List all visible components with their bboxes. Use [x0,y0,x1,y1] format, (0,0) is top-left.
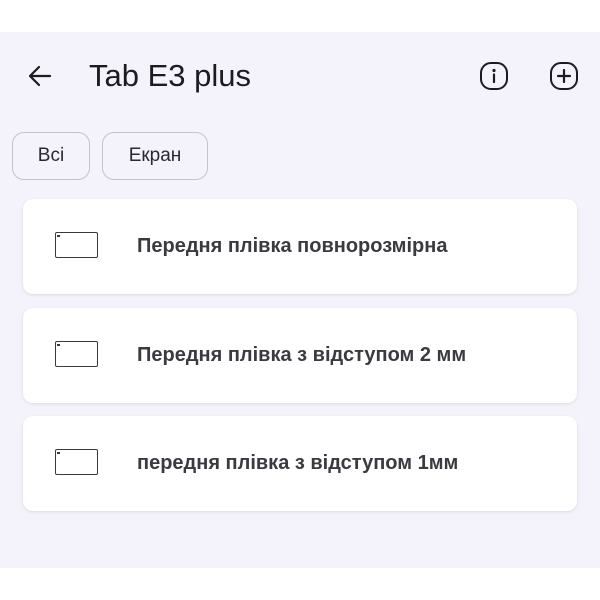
back-button[interactable] [22,60,58,96]
app-screen: Tab E3 plus Всі Екран Передня плівка пов [0,32,600,568]
list-item[interactable]: передня плівка з відступом 1мм [23,416,577,511]
tablet-outline-icon [55,449,98,475]
tablet-outline-icon [55,341,98,367]
list-item-label: передня плівка з відступом 1мм [137,452,459,474]
page-title: Tab E3 plus [89,58,251,93]
top-app-bar: Tab E3 plus [0,32,600,122]
arrow-back-icon [26,62,54,95]
tablet-outline-icon [55,232,98,258]
list-item[interactable]: Передня плівка з відступом 2 мм [23,308,577,403]
add-button[interactable] [546,60,582,96]
list-item[interactable]: Передня плівка повнорозмірна [23,199,577,294]
info-button[interactable] [476,60,512,96]
filter-chip-screen[interactable]: Екран [102,132,208,180]
add-circle-icon [549,61,579,96]
list-item-label: Передня плівка повнорозмірна [137,235,448,257]
filter-chip-all[interactable]: Всі [12,132,90,180]
info-icon [479,61,509,96]
list-item-label: Передня плівка з відступом 2 мм [137,344,467,366]
